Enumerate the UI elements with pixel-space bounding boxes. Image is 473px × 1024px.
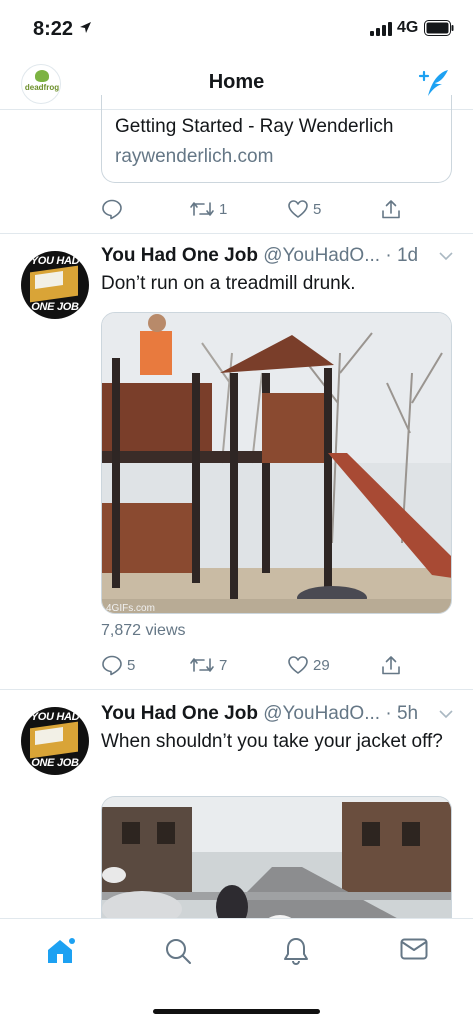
heart-icon (288, 200, 308, 218)
retweet-button[interactable]: 1 (189, 198, 227, 220)
reply-button[interactable] (101, 198, 123, 220)
tweet-actions: 1 5 (101, 198, 401, 224)
tweet-actions: 5 7 29 (101, 654, 401, 680)
like-count: 29 (313, 656, 330, 674)
retweet-count: 1 (219, 200, 228, 218)
home-icon[interactable] (46, 937, 76, 965)
share-button[interactable] (380, 654, 402, 676)
tweet-time: 1d (396, 245, 419, 266)
retweet-icon (190, 658, 214, 672)
time-separator: · (380, 703, 397, 724)
heart-icon (288, 656, 308, 674)
chevron-down-icon[interactable] (439, 709, 453, 719)
location-arrow-icon (80, 22, 91, 33)
reply-icon (102, 655, 122, 676)
battery-icon (424, 20, 454, 36)
reply-icon (102, 199, 122, 220)
tweet-author-avatar[interactable]: YOU HAD ONE JOB (21, 707, 89, 775)
avatar-text-top: YOU HAD (30, 711, 80, 723)
tweet-header: You Had One Job @YouHadO... · 5h (101, 703, 461, 727)
retweet-icon (190, 202, 214, 216)
avatar-text-bottom: ONE JOB (31, 301, 79, 313)
retweet-button[interactable]: 7 (189, 654, 227, 676)
author-name[interactable]: You Had One Job (101, 703, 258, 724)
like-button[interactable]: 29 (287, 654, 330, 676)
network-type: 4G (397, 19, 419, 36)
home-indicator (153, 1009, 320, 1014)
notifications-icon[interactable] (283, 937, 309, 965)
compose-tweet-icon[interactable] (418, 68, 452, 98)
tweet-media-video[interactable] (101, 796, 452, 936)
page-title: Home (208, 71, 265, 93)
reply-button[interactable]: 5 (101, 654, 135, 676)
street-scene-image (102, 797, 451, 936)
like-count: 5 (313, 200, 322, 218)
chevron-down-icon[interactable] (439, 251, 453, 261)
status-time: 8:22 (33, 18, 74, 40)
search-icon[interactable] (164, 937, 192, 965)
view-count: 7,872 views (101, 622, 186, 639)
tweet-text: When shouldn’t you take your jacket off? (101, 731, 443, 752)
like-button[interactable]: 5 (287, 198, 321, 220)
reply-count: 5 (127, 656, 136, 674)
tweet-media-gif[interactable]: 4GIFs.com (101, 312, 452, 614)
avatar-text-top: YOU HAD (30, 255, 80, 267)
tweet-author-avatar[interactable]: YOU HAD ONE JOB (21, 251, 89, 319)
share-button[interactable] (380, 198, 402, 220)
link-card-title: Getting Started - Ray Wenderlich (115, 116, 394, 137)
signal-icon (370, 22, 392, 36)
status-bar: 8:22 4G (0, 0, 473, 58)
time-separator: · (380, 245, 397, 266)
avatar-text-bottom: ONE JOB (31, 757, 79, 769)
messages-icon[interactable] (400, 937, 428, 961)
playground-scene-image: 4GIFs.com (102, 313, 451, 614)
tweet-time: 5h (396, 703, 419, 724)
author-handle[interactable]: @YouHadO... (263, 703, 380, 724)
author-name[interactable]: You Had One Job (101, 245, 258, 266)
share-icon (382, 200, 400, 219)
divider (0, 233, 473, 234)
share-icon (382, 656, 400, 675)
divider (0, 689, 473, 690)
link-card-domain: raywenderlich.com (115, 146, 274, 167)
gif-watermark: 4GIFs.com (106, 603, 155, 614)
bottom-tab-bar (0, 918, 473, 1024)
author-handle[interactable]: @YouHadO... (263, 245, 380, 266)
tweet-text: Don’t run on a treadmill drunk. (101, 273, 356, 294)
retweet-count: 7 (219, 656, 228, 674)
link-preview-card[interactable]: Getting Started - Ray Wenderlich raywend… (101, 95, 452, 183)
tweet-header: You Had One Job @YouHadO... · 1d (101, 245, 461, 269)
